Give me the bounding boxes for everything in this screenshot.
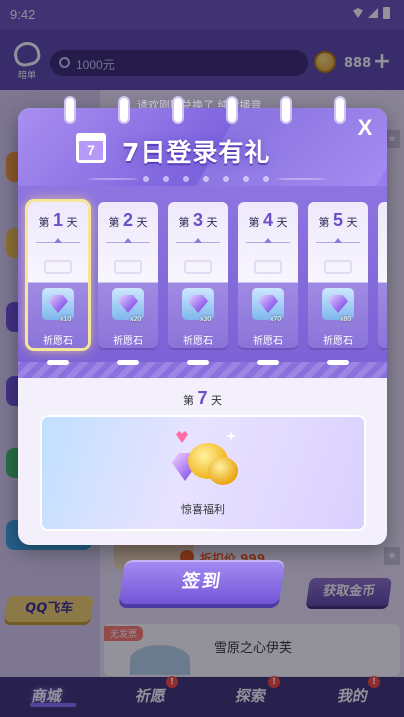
day-suffix: 天 [276, 216, 288, 229]
day-suffix: 天 [346, 216, 358, 229]
day-divider-arrow [334, 238, 342, 243]
scroll-pill [117, 360, 139, 365]
gem [48, 295, 68, 313]
day-card-6-partial[interactable] [378, 202, 387, 348]
ring [280, 96, 292, 124]
scroll-pill [47, 360, 69, 365]
reward-qty: x80 [340, 316, 352, 323]
calendar-icon: 7 [76, 133, 106, 163]
ring [226, 96, 238, 124]
reward-qty: x10 [60, 316, 72, 323]
day-card-4[interactable]: 第 4 天 x70 祈愿石 [238, 202, 298, 348]
day-watermark [324, 260, 352, 274]
day-watermark [114, 260, 142, 274]
dot [243, 176, 249, 182]
dot [203, 176, 209, 182]
dot [143, 176, 149, 182]
reward-qty: x20 [130, 316, 142, 323]
gem [328, 295, 348, 313]
header-dots [18, 174, 387, 184]
day-number: 3 [192, 210, 203, 230]
dot [263, 176, 269, 182]
day-label: 第 2 天 [98, 210, 158, 231]
gem [258, 295, 278, 313]
ring [334, 96, 346, 124]
ring [64, 96, 76, 124]
reward-qty: x70 [270, 316, 282, 323]
gem [118, 295, 138, 313]
day-prefix: 第 [318, 216, 330, 229]
ring [118, 96, 130, 124]
day-divider-arrow [264, 238, 272, 243]
day-watermark [184, 260, 212, 274]
day-divider-arrow [194, 238, 202, 243]
binder-rings [0, 96, 404, 124]
scroll-pill [257, 360, 279, 365]
gem [188, 295, 208, 313]
reward-name: 祈愿石 [253, 336, 283, 347]
sign-in-button[interactable]: 签到 [118, 560, 286, 604]
day-watermark [44, 260, 72, 274]
day-suffix: 天 [206, 216, 218, 229]
sparkle [226, 431, 236, 441]
gift-bundle-icon [168, 429, 244, 491]
day-suffix: 天 [66, 216, 78, 229]
day-number: 2 [122, 210, 133, 230]
day-card-2[interactable]: 第 2 天 x20 祈愿石 [98, 202, 158, 348]
dots-line [88, 178, 138, 180]
day-number: 7 [197, 388, 208, 408]
scroll-pill [187, 360, 209, 365]
login-reward-modal: 7 7日登录有礼 X 第 1 天 x10 祈愿石 第 2 天 x20 祈愿石 第… [18, 108, 387, 545]
day-prefix: 第 [178, 216, 190, 229]
ring [172, 96, 184, 124]
day-label: 第 4 天 [238, 210, 298, 231]
day-card-3[interactable]: 第 3 天 x30 祈愿石 [168, 202, 228, 348]
calendar-number: 7 [87, 142, 95, 158]
reward-name: 祈愿石 [43, 336, 73, 347]
day-prefix: 第 [248, 216, 260, 229]
day-card-1[interactable]: 第 1 天 x10 祈愿石 [28, 202, 88, 348]
day7-reward-card[interactable]: 惊喜福利 [40, 415, 366, 531]
reward-name: 祈愿石 [113, 336, 143, 347]
dots-line [276, 178, 326, 180]
day-suffix: 天 [211, 394, 222, 407]
day-label: 第 5 天 [308, 210, 368, 231]
reward-name: 祈愿石 [323, 336, 353, 347]
day-card-5[interactable]: 第 5 天 x80 祈愿石 [308, 202, 368, 348]
reward-qty: x30 [200, 316, 212, 323]
day-label: 第 1 天 [28, 210, 88, 231]
day-divider-arrow [124, 238, 132, 243]
day-prefix: 第 [108, 216, 120, 229]
day-number: 5 [332, 210, 343, 230]
day-watermark [254, 260, 282, 274]
scroll-pill [327, 360, 349, 365]
day-suffix: 天 [136, 216, 148, 229]
day-label: 第 3 天 [168, 210, 228, 231]
heart [176, 431, 188, 443]
day-number: 1 [52, 210, 63, 230]
modal-title: 7日登录有礼 [122, 138, 271, 167]
day-prefix: 第 [182, 394, 194, 407]
coin [208, 457, 238, 485]
calendar-top [76, 133, 106, 141]
day-prefix: 第 [38, 216, 50, 229]
day7-label: 第 7 天 [18, 388, 387, 409]
dot [163, 176, 169, 182]
day-divider-arrow [54, 238, 62, 243]
dot [183, 176, 189, 182]
reward-name: 祈愿石 [183, 336, 213, 347]
reward-name: 惊喜福利 [181, 503, 225, 516]
day-number: 4 [262, 210, 273, 230]
dot [223, 176, 229, 182]
